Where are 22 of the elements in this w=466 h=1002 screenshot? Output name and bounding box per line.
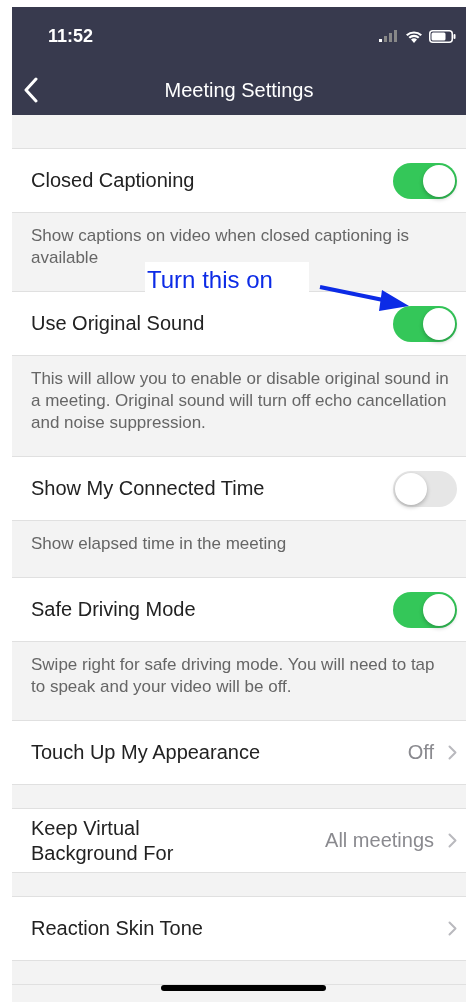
setting-row[interactable]: Closed Captioning: [12, 149, 466, 213]
chevron-icon: [448, 833, 457, 848]
setting-row[interactable]: Use Original Sound: [12, 292, 466, 356]
setting-value: All meetings: [325, 829, 434, 852]
chevron-icon: [448, 921, 457, 936]
signal-icon: [379, 30, 399, 42]
toggle-switch[interactable]: [393, 162, 457, 199]
wifi-icon: [405, 29, 423, 43]
setting-row[interactable]: Show My Connected Time: [12, 457, 466, 521]
chevron-icon: [448, 745, 457, 760]
back-icon[interactable]: [24, 77, 38, 103]
status-time: 11:52: [48, 25, 94, 47]
setting-row[interactable]: Touch Up My Appearance Off: [12, 721, 466, 785]
setting-value: Off: [407, 741, 434, 764]
battery-icon: [429, 29, 456, 43]
toggle-switch[interactable]: [393, 305, 457, 342]
toggle-switch[interactable]: [393, 470, 457, 507]
setting-row[interactable]: Safe Driving Mode: [12, 578, 466, 642]
setting-row[interactable]: Keep Virtual Background For All meetings: [12, 809, 466, 873]
toggle-switch[interactable]: [393, 591, 457, 628]
screen-title: Meeting Settings: [164, 78, 314, 102]
setting-row[interactable]: Reaction Skin Tone: [12, 897, 466, 961]
